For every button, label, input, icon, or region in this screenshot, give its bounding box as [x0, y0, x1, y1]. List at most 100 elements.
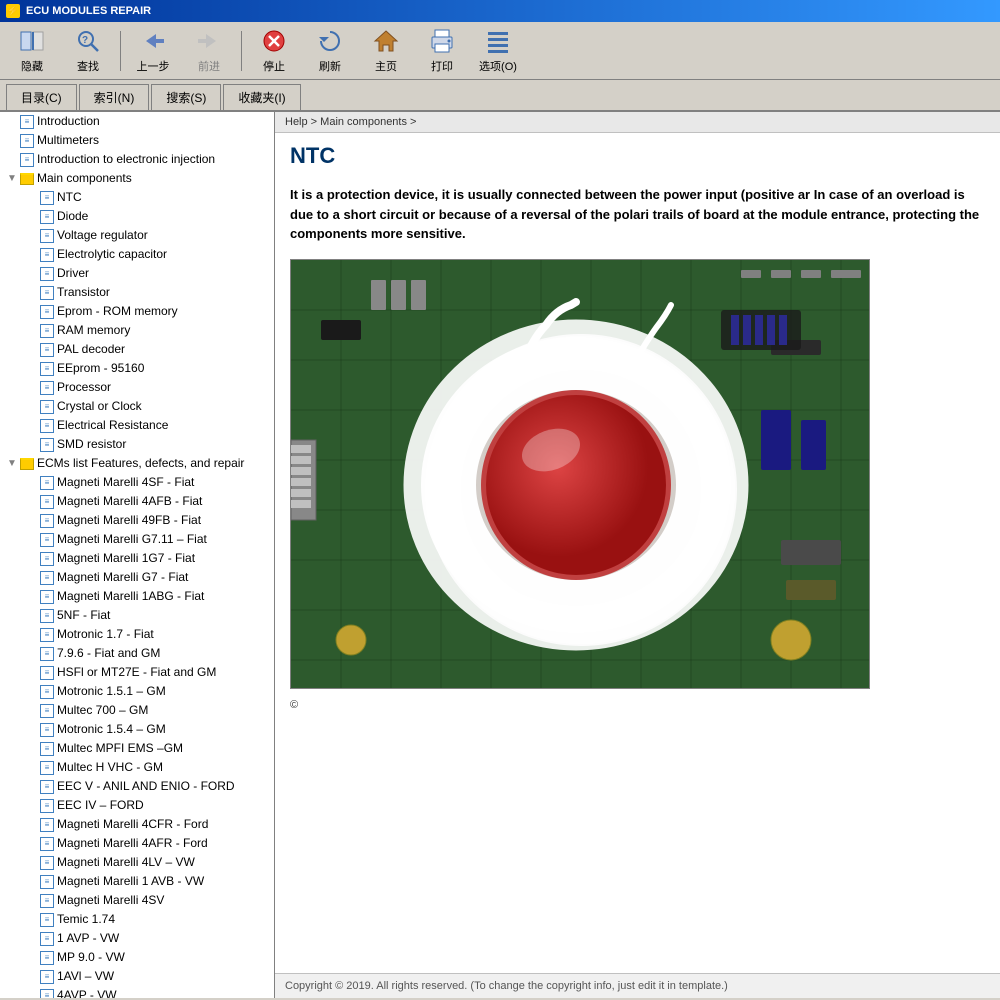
tree-item[interactable]: ≡Magneti Marelli 4AFR - Ford	[0, 834, 274, 853]
page-icon: ≡	[40, 305, 54, 319]
tree-item[interactable]: ≡Motronic 1.7 - Fiat	[0, 625, 274, 644]
tree-item[interactable]: ≡Electrolytic capacitor	[0, 245, 274, 264]
page-icon: ≡	[40, 476, 54, 490]
tab-favorites[interactable]: 收藏夹(I)	[223, 84, 300, 110]
tree-item[interactable]: ▼ECMs list Features, defects, and repair	[0, 454, 274, 473]
title-bar: ⚡ ECU MODULES REPAIR	[0, 0, 1000, 22]
tree-item[interactable]: ≡Temic 1.74	[0, 910, 274, 929]
refresh-button[interactable]: 刷新	[304, 26, 356, 76]
print-icon	[428, 27, 456, 55]
tree-item[interactable]: ≡Diode	[0, 207, 274, 226]
tree-item[interactable]: ≡Magneti Marelli 4CFR - Ford	[0, 815, 274, 834]
tree-item[interactable]: ≡Motronic 1.5.4 – GM	[0, 720, 274, 739]
tree-item[interactable]: ≡Magneti Marelli 4SV	[0, 891, 274, 910]
tree-item[interactable]: ≡Magneti Marelli G7.11 – Fiat	[0, 530, 274, 549]
back-label: 上一步	[137, 58, 170, 74]
tree-item[interactable]: ≡4AVP - VW	[0, 986, 274, 998]
page-icon: ≡	[40, 229, 54, 243]
tree-item[interactable]: ≡1 AVP - VW	[0, 929, 274, 948]
page-icon: ≡	[40, 856, 54, 870]
page-icon: ≡	[40, 742, 54, 756]
page-icon: ≡	[40, 932, 54, 946]
toolbar: 隐藏 ? 查找 上一步 前进	[0, 22, 1000, 80]
tree-item[interactable]: ≡Magneti Marelli 4SF - Fiat	[0, 473, 274, 492]
tree-item[interactable]: ≡RAM memory	[0, 321, 274, 340]
page-icon: ≡	[40, 191, 54, 205]
page-icon: ≡	[40, 362, 54, 376]
page-icon: ≡	[40, 799, 54, 813]
forward-icon	[195, 27, 223, 55]
page-icon: ≡	[40, 723, 54, 737]
tree-item[interactable]: ≡Magneti Marelli 4AFB - Fiat	[0, 492, 274, 511]
sidebar[interactable]: ≡Introduction≡Multimeters≡Introduction t…	[0, 112, 275, 998]
page-icon: ≡	[40, 970, 54, 984]
page-icon: ≡	[40, 780, 54, 794]
page-icon: ≡	[40, 609, 54, 623]
tree-item[interactable]: ≡Voltage regulator	[0, 226, 274, 245]
find-button[interactable]: ? 查找	[62, 26, 114, 76]
page-icon: ≡	[40, 267, 54, 281]
options-button[interactable]: 选项(O)	[472, 26, 524, 76]
page-icon: ≡	[40, 533, 54, 547]
toolbar-sep-2	[241, 31, 242, 71]
forward-label: 前进	[198, 58, 220, 74]
tree-item[interactable]: ≡Magneti Marelli 1 AVB - VW	[0, 872, 274, 891]
tab-index[interactable]: 索引(N)	[79, 84, 150, 110]
content-image	[290, 259, 870, 689]
tree-item[interactable]: ≡Introduction to electronic injection	[0, 150, 274, 169]
find-icon: ?	[74, 27, 102, 55]
tree-item[interactable]: ≡Magneti Marelli 4LV – VW	[0, 853, 274, 872]
page-icon: ≡	[40, 875, 54, 889]
tree-item[interactable]: ≡Multec H VHC - GM	[0, 758, 274, 777]
tree-item[interactable]: ≡EEprom - 95160	[0, 359, 274, 378]
page-icon: ≡	[40, 381, 54, 395]
page-icon: ≡	[40, 210, 54, 224]
tree-item[interactable]: ≡7.9.6 - Fiat and GM	[0, 644, 274, 663]
tab-contents[interactable]: 目录(C)	[6, 84, 77, 110]
print-button[interactable]: 打印	[416, 26, 468, 76]
tree-item[interactable]: ≡Electrical Resistance	[0, 416, 274, 435]
page-icon: ≡	[40, 419, 54, 433]
tree-item[interactable]: ≡Driver	[0, 264, 274, 283]
tree-item[interactable]: ≡Magneti Marelli 49FB - Fiat	[0, 511, 274, 530]
tree-item[interactable]: ≡MP 9.0 - VW	[0, 948, 274, 967]
back-button[interactable]: 上一步	[127, 26, 179, 76]
forward-button[interactable]: 前进	[183, 26, 235, 76]
tree-item[interactable]: ≡Magneti Marelli 1G7 - Fiat	[0, 549, 274, 568]
tree-item[interactable]: ≡Magneti Marelli 1ABG - Fiat	[0, 587, 274, 606]
tree-item[interactable]: ≡Introduction	[0, 112, 274, 131]
tree-item[interactable]: ≡1AVl – VW	[0, 967, 274, 986]
tree-item[interactable]: ≡EEC IV – FORD	[0, 796, 274, 815]
page-icon: ≡	[40, 248, 54, 262]
tree-item[interactable]: ≡Multec MPFI EMS –GM	[0, 739, 274, 758]
hide-button[interactable]: 隐藏	[6, 26, 58, 76]
tree-item[interactable]: ≡SMD resistor	[0, 435, 274, 454]
tree-item[interactable]: ▼Main components	[0, 169, 274, 188]
svg-text:?: ?	[82, 35, 88, 46]
tree-item[interactable]: ≡PAL decoder	[0, 340, 274, 359]
tree-item[interactable]: ≡Processor	[0, 378, 274, 397]
page-icon: ≡	[40, 761, 54, 775]
tree-item[interactable]: ≡Eprom - ROM memory	[0, 302, 274, 321]
tree-item[interactable]: ≡5NF - Fiat	[0, 606, 274, 625]
page-icon: ≡	[40, 286, 54, 300]
tree-item[interactable]: ≡HSFl or MT27E - Fiat and GM	[0, 663, 274, 682]
tree-item[interactable]: ≡Crystal or Clock	[0, 397, 274, 416]
tree-item[interactable]: ≡Multimeters	[0, 131, 274, 150]
page-icon: ≡	[40, 343, 54, 357]
footer-text: Copyright © 2019. All rights reserved. (…	[285, 980, 728, 992]
tree-item[interactable]: ≡Motronic 1.5.1 – GM	[0, 682, 274, 701]
tree-item[interactable]: ≡Multec 700 – GM	[0, 701, 274, 720]
home-button[interactable]: 主页	[360, 26, 412, 76]
tree-item[interactable]: ≡Transistor	[0, 283, 274, 302]
page-icon: ≡	[40, 666, 54, 680]
tree-item[interactable]: ≡EEC V - ANIL AND ENIO - FORD	[0, 777, 274, 796]
stop-label: 停止	[263, 58, 285, 74]
tree-item[interactable]: ≡NTC	[0, 188, 274, 207]
tree-item[interactable]: ≡Magneti Marelli G7 - Fiat	[0, 568, 274, 587]
page-icon: ≡	[20, 153, 34, 167]
page-title: NTC	[290, 143, 985, 173]
footer-bar: Copyright © 2019. All rights reserved. (…	[275, 973, 1000, 998]
tab-search[interactable]: 搜索(S)	[151, 84, 221, 110]
stop-button[interactable]: 停止	[248, 26, 300, 76]
